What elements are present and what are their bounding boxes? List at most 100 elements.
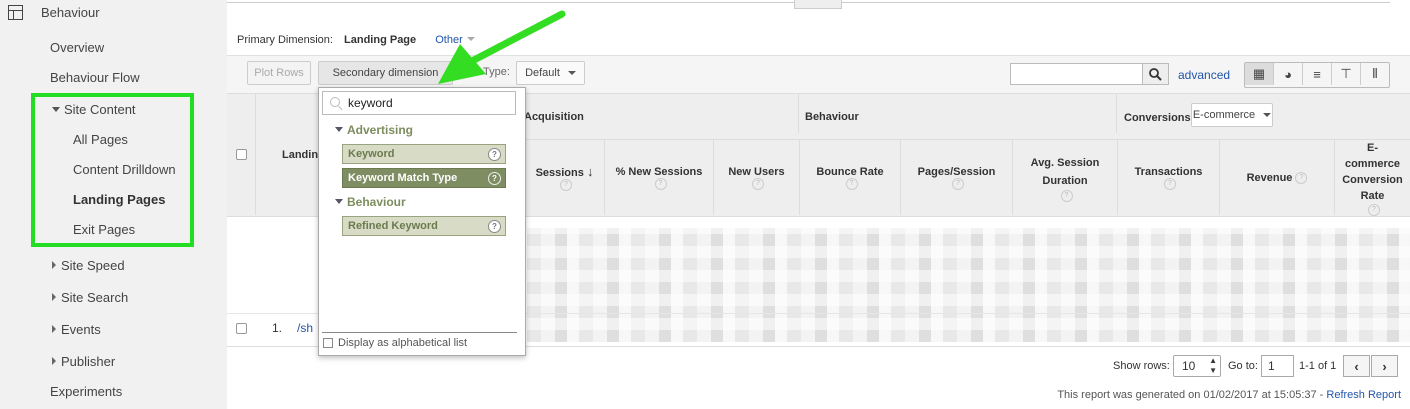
search-button[interactable] [1142,63,1169,85]
pie-view-icon[interactable]: ◕ [1274,63,1303,85]
col-ecommerce-conversion-rate[interactable]: E-commerce Conversion Rate? [1334,140,1410,216]
search-input[interactable] [1010,63,1143,85]
chevron-right-icon: › [1382,358,1387,374]
option-label: Keyword [348,148,395,160]
help-icon[interactable]: ? [752,177,764,190]
group-behaviour[interactable]: Behaviour [335,195,406,209]
help-icon[interactable]: ? [654,177,667,190]
col-new-users[interactable]: New Users? [713,140,799,215]
divider [322,332,517,333]
help-icon[interactable]: ? [1368,203,1380,216]
comparison-view-icon[interactable]: ⊤ [1332,63,1361,85]
col-revenue[interactable]: Revenue? [1219,140,1334,215]
sidebar-title: Behaviour [41,4,100,20]
col-label: E-commerce Conversion Rate [1342,141,1403,202]
behaviour-icon [8,4,23,20]
sidebar-header[interactable]: Behaviour [8,2,100,22]
conversions-group: Conversions [1124,112,1191,124]
sidebar-item-label: Publisher [61,354,116,369]
primary-dimension-value[interactable]: Landing Page [344,34,416,46]
option-keyword[interactable]: Keyword? [342,144,506,164]
highlight-box [31,93,194,247]
group-advertising[interactable]: Advertising [335,123,413,137]
chevron-right-icon [52,293,56,301]
generated-note: This report was generated on 01/02/2017 … [1057,389,1401,401]
sidebar: Behaviour Overview Behaviour Flow Site C… [0,0,227,409]
sidebar-item-label: Site Search [61,290,129,305]
help-icon[interactable]: ? [1295,171,1308,184]
chevron-down-icon [335,127,343,132]
option-label: Refined Keyword [348,220,438,232]
group-label: Advertising [347,123,414,137]
sidebar-item-site-speed[interactable]: Site Speed [52,258,125,273]
performance-view-icon[interactable]: ≡ [1303,63,1332,85]
collapse-handle[interactable] [794,0,842,9]
col-label: Bounce Rate [816,165,884,178]
alphabetical-label: Display as alphabetical list [338,337,468,349]
help-icon[interactable]: ? [845,177,858,190]
col-label: Pages/Session [917,165,996,178]
sidebar-item-publisher[interactable]: Publisher [52,354,115,369]
option-keyword-match-type[interactable]: Keyword Match Type? [342,168,506,188]
landing-page-link[interactable]: /sh [297,321,313,335]
help-icon[interactable]: ? [1060,189,1073,202]
sidebar-item-experiments[interactable]: Experiments [50,384,122,399]
next-page-button[interactable]: › [1371,355,1398,377]
help-icon[interactable]: ? [488,172,501,185]
col-label: New Users [728,165,785,178]
select-all-checkbox[interactable] [236,149,247,160]
search-icon [330,97,340,107]
chevron-right-icon [52,261,56,269]
col-bounce-rate[interactable]: Bounce Rate? [799,140,900,215]
group-label: Behaviour [347,195,406,209]
show-rows-select[interactable]: 10 ▲ ▼ [1173,355,1221,377]
sidebar-item-behaviour-flow[interactable]: Behaviour Flow [50,70,140,85]
alphabetical-toggle[interactable]: Display as alphabetical list [323,337,467,349]
help-icon[interactable]: ? [952,177,964,190]
generated-text: This report was generated on 01/02/2017 … [1057,389,1324,401]
col-label: Revenue [1246,171,1293,184]
show-rows-label: Show rows: [1113,360,1170,372]
alphabetical-checkbox[interactable] [323,338,333,348]
col-pages-session[interactable]: Pages/Session? [900,140,1012,215]
view-switcher: ▦ ◕ ≡ ⊤ ⦀ [1244,62,1390,88]
secondary-dimension-popup: keyword Advertising Keyword? Keyword Mat… [318,87,526,356]
dimension-search-input[interactable]: keyword [322,91,516,115]
sidebar-item-label: Events [61,322,101,337]
sort-arrow-icon: ↓ [586,164,594,179]
plot-rows-button[interactable]: Plot Rows [247,61,311,85]
col-transactions[interactable]: Transactions? [1117,140,1219,215]
dimension-search-value: keyword [348,96,393,110]
refresh-report-link[interactable]: Refresh Report [1326,389,1401,401]
chevron-down-icon [335,199,343,204]
sidebar-item-site-search[interactable]: Site Search [52,290,128,305]
goto-label: Go to: [1228,360,1258,372]
help-icon[interactable]: ? [1164,177,1176,190]
col-sessions[interactable]: Sessions ↓? [524,140,604,215]
goto-input[interactable]: 1 [1261,355,1294,377]
blur-overlay [527,228,1410,342]
pivot-view-icon[interactable]: ⦀ [1361,63,1389,85]
help-icon[interactable]: ? [488,220,501,233]
help-icon[interactable]: ? [488,148,501,161]
chevron-right-icon [52,357,56,365]
help-icon[interactable]: ? [560,179,572,191]
sidebar-item-overview[interactable]: Overview [50,40,104,55]
ecommerce-select-value: E-commerce [1192,109,1256,121]
col-new-sessions[interactable]: % New Sessions? [604,140,713,215]
acquisition-group: Acquisition [524,111,584,123]
advanced-link[interactable]: advanced [1178,68,1230,82]
option-refined-keyword[interactable]: Refined Keyword? [342,216,506,236]
ecommerce-select[interactable]: E-commerce [1191,103,1273,127]
row-checkbox[interactable] [236,323,247,334]
col-avg-session-duration[interactable]: Avg. Session Duration? [1012,140,1117,215]
row-index: 1. [272,321,283,335]
primary-dimension-label: Primary Dimension: [237,34,333,46]
prev-page-button[interactable]: ‹ [1343,355,1370,377]
stepper-icon: ▲ ▼ [1209,356,1217,375]
col-label: Transactions [1134,165,1203,178]
col-label: Sessions [535,167,584,179]
search-icon [1149,67,1162,81]
sidebar-item-events[interactable]: Events [52,322,101,337]
table-view-icon[interactable]: ▦ [1245,63,1274,85]
